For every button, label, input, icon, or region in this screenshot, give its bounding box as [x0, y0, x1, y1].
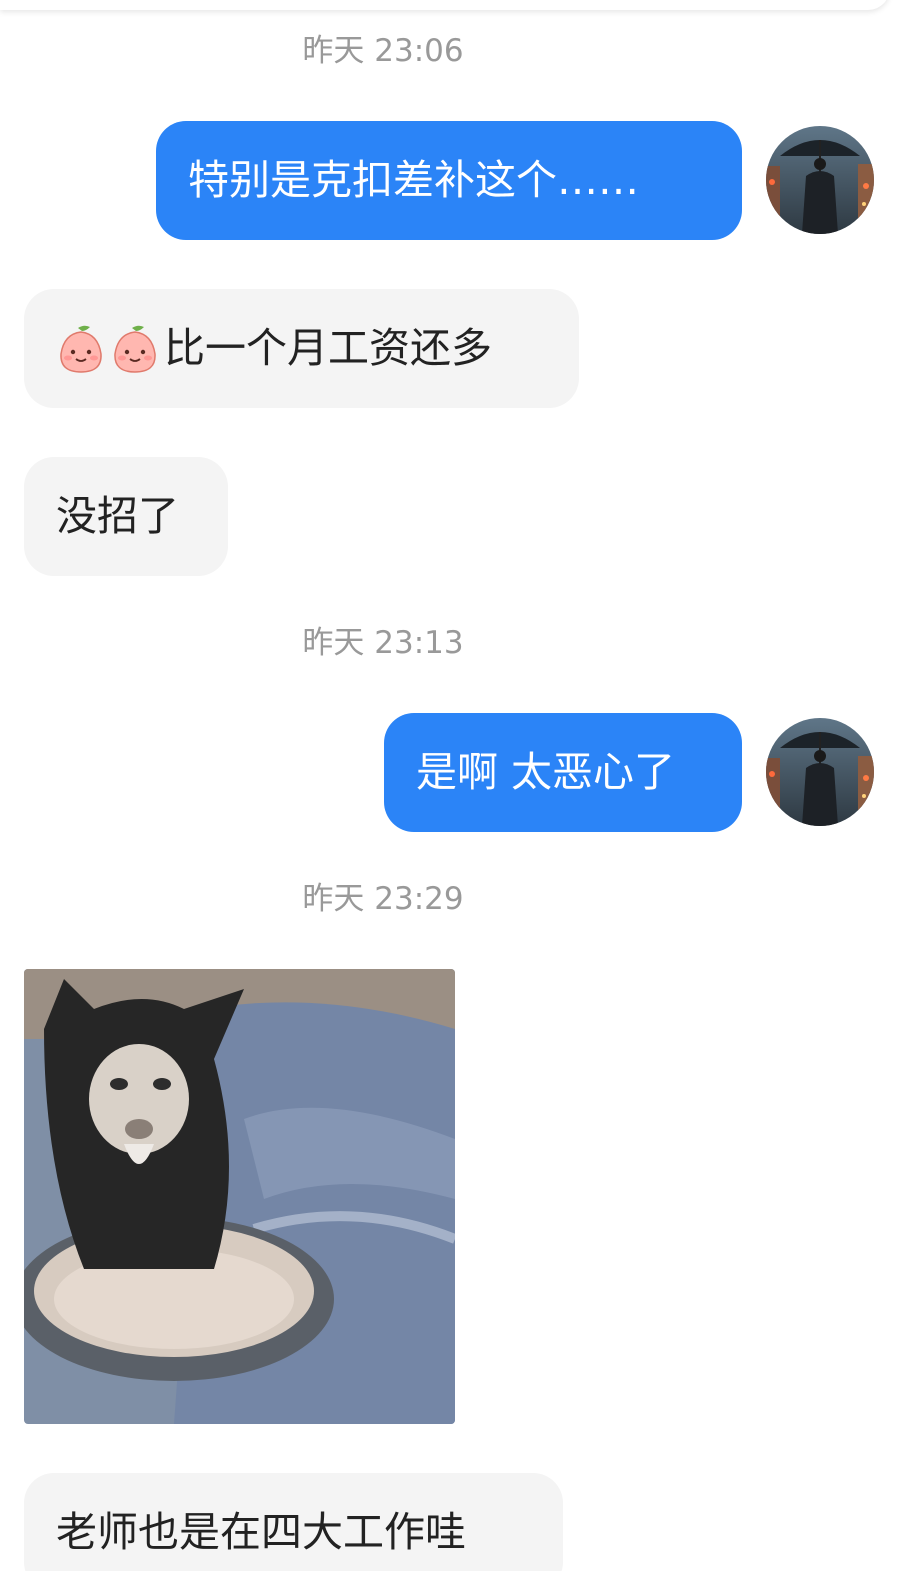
- message-text: 老师也是在四大工作哇: [56, 1508, 466, 1556]
- message-text: 比一个月工资还多: [164, 324, 492, 372]
- message-text: 没招了: [56, 492, 179, 540]
- timestamp: 昨天 23:13: [302, 625, 464, 661]
- outgoing-message-bubble[interactable]: 是啊 太恶心了: [384, 713, 742, 832]
- timestamp: 昨天 23:29: [302, 881, 464, 917]
- outgoing-message-bubble[interactable]: 特别是克扣差补这个……: [156, 121, 742, 240]
- peach-face-emoji: [114, 325, 156, 373]
- message-text: 特别是克扣差补这个……: [188, 156, 639, 204]
- incoming-image-message[interactable]: [24, 969, 455, 1424]
- message-text: 是啊 太恶心了: [416, 748, 676, 796]
- incoming-message-bubble[interactable]: 没招了: [24, 457, 228, 576]
- avatar-image: [766, 718, 874, 826]
- user-avatar[interactable]: [766, 718, 874, 826]
- user-avatar[interactable]: [766, 126, 874, 234]
- incoming-message-bubble[interactable]: 老师也是在四大工作哇: [24, 1473, 563, 1571]
- incoming-message-bubble[interactable]: 比一个月工资还多: [24, 289, 579, 408]
- chat-screen: 昨天 23:06 特别是克扣差补这个…… 比一个月工资还多 没招了 昨天 23:…: [0, 0, 924, 1571]
- avatar-image: [766, 126, 874, 234]
- timestamp: 昨天 23:06: [302, 33, 464, 69]
- top-card: [0, 0, 890, 10]
- peach-face-emoji: [60, 325, 102, 373]
- cat-meme-image: [24, 969, 455, 1424]
